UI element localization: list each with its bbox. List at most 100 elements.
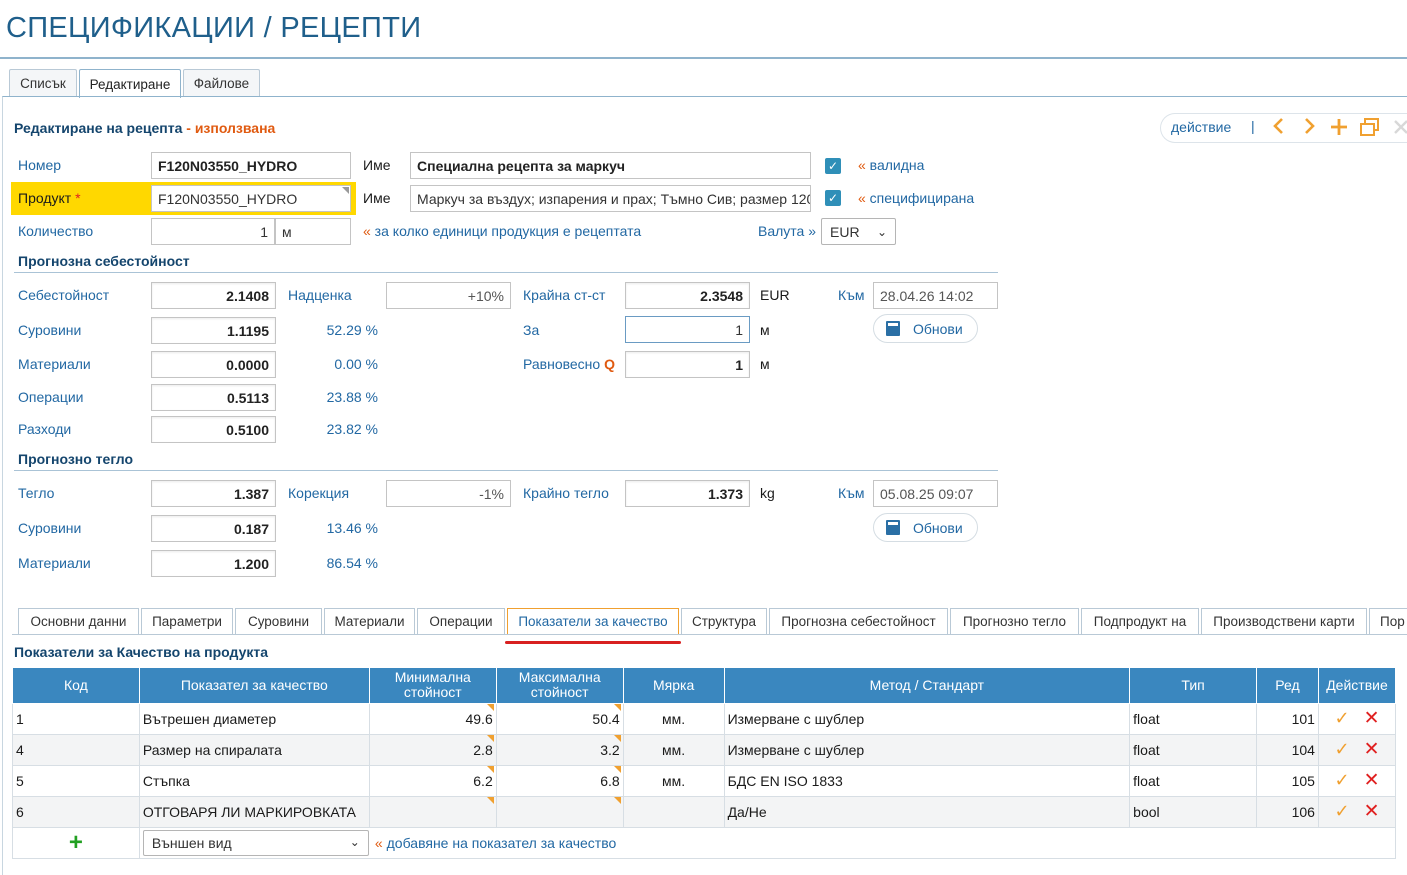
edit-corner-icon — [613, 734, 621, 742]
tab-list[interactable]: Списък — [9, 69, 77, 97]
cell-max[interactable]: 3.2 — [495, 733, 624, 766]
cell-min[interactable]: 2.8 — [368, 733, 497, 766]
qty-unit-field[interactable]: м — [275, 218, 351, 245]
cell-min[interactable]: 6.2 — [368, 764, 497, 797]
col-min[interactable]: Минимална стойност — [368, 668, 497, 704]
product-name-field[interactable]: Маркуч за въздух; изпарения и прах; Тъмн… — [410, 185, 811, 212]
tab-files[interactable]: Файлове — [183, 69, 260, 97]
prev-icon[interactable] — [1272, 115, 1286, 140]
cell-add-select: Външен вид ⌄ « добавяне на показател за к… — [139, 826, 1397, 859]
delete-icon[interactable]: ✕ — [1364, 800, 1380, 823]
update-weight-button[interactable]: Обнови — [873, 513, 978, 542]
cell-min[interactable] — [368, 795, 497, 828]
cost-raw-field[interactable]: 1.1195 — [151, 317, 276, 344]
confirm-icon[interactable]: ✓ — [1334, 739, 1349, 760]
update-weight-label: Обнови — [913, 519, 963, 536]
cost-section-divider — [14, 272, 998, 273]
tab-forecast-weight[interactable]: Прогнозно тегло — [950, 608, 1079, 634]
weight-raw-field[interactable]: 0.187 — [151, 515, 276, 542]
col-code[interactable]: Код — [12, 668, 140, 704]
col-max[interactable]: Максимална стойност — [495, 668, 624, 704]
confirm-icon[interactable]: ✓ — [1334, 770, 1349, 791]
add-indicator-link[interactable]: добавяне на показател за качество — [387, 835, 617, 851]
table-row[interactable]: 6 ОТГОВАРЯ ЛИ МАРКИРОВКАТА Да/Не bool 10… — [12, 795, 1397, 828]
cost-label: Себестойност — [18, 287, 110, 303]
tab-more[interactable]: Пор — [1369, 608, 1407, 634]
correction-field[interactable]: -1% — [386, 480, 511, 507]
action-menu[interactable]: действие — [1171, 119, 1231, 135]
cell-max[interactable]: 6.8 — [495, 764, 624, 797]
tab-subproduct[interactable]: Подпродукт на — [1081, 608, 1199, 634]
required-mark: * — [75, 190, 81, 206]
add-row-icon[interactable]: + — [69, 829, 83, 856]
break-even-field[interactable]: 1 — [625, 351, 750, 378]
cell-code: 1 — [12, 702, 140, 735]
tab-forecast-cost[interactable]: Прогнозна себестойност — [769, 608, 948, 634]
tab-basic-data[interactable]: Основни данни — [18, 608, 139, 634]
col-row[interactable]: Ред — [1256, 668, 1319, 704]
cell-method: БДС EN ISO 1833 — [723, 764, 1131, 797]
product-field[interactable]: F120N03550_HYDRO — [151, 185, 351, 212]
cost-date-field[interactable]: 28.04.26 14:02 — [873, 282, 998, 309]
close-icon[interactable] — [1392, 117, 1407, 140]
table-row[interactable]: 1 Вътрешен диаметер 49.6 50.4 мм. Измерв… — [12, 702, 1397, 735]
next-icon[interactable] — [1302, 115, 1316, 140]
tab-structure[interactable]: Структура — [681, 608, 767, 634]
add-icon[interactable] — [1329, 117, 1349, 140]
col-type[interactable]: Тип — [1129, 668, 1257, 704]
cost-ops-field[interactable]: 0.5113 — [151, 384, 276, 411]
specified-checkbox[interactable]: ✓ — [825, 190, 841, 206]
weight-mat-pct: 86.54 % — [326, 555, 378, 571]
weight-field[interactable]: 1.387 — [151, 480, 276, 507]
confirm-icon[interactable]: ✓ — [1334, 801, 1349, 822]
tab-operations[interactable]: Операции — [417, 608, 505, 634]
markup-field[interactable]: +10% — [386, 282, 511, 309]
cell-max[interactable]: 50.4 — [495, 702, 624, 735]
qty-field[interactable]: 1 — [151, 218, 275, 245]
cost-raw-label: Суровини — [18, 322, 82, 338]
cost-section-title: Прогнозна себестойност — [18, 253, 190, 269]
final-weight-field[interactable]: 1.373 — [625, 480, 750, 507]
name-field[interactable]: Специална рецепта за маркуч — [410, 152, 811, 179]
tab-quality[interactable]: Показатели за качество — [507, 608, 679, 634]
currency-select[interactable]: EUR ⌄ — [821, 218, 896, 245]
cost-field[interactable]: 2.1408 — [151, 282, 276, 309]
tab-parameters[interactable]: Параметри — [141, 608, 233, 634]
indicator-select[interactable]: Външен вид ⌄ — [142, 829, 369, 856]
weight-mat-field[interactable]: 1.200 — [151, 550, 276, 577]
table-row[interactable]: 4 Размер на спиралата 2.8 3.2 мм. Измерв… — [12, 733, 1397, 766]
weight-date-field[interactable]: 05.08.25 09:07 — [873, 480, 998, 507]
cell-code: 6 — [12, 795, 140, 828]
currency-label[interactable]: Валута » — [758, 223, 816, 239]
cell-min[interactable]: 49.6 — [368, 702, 497, 735]
tab-edit[interactable]: Редактиране — [79, 69, 181, 98]
edit-corner-icon — [486, 765, 494, 773]
tab-materials[interactable]: Материали — [324, 608, 415, 634]
valid-checkbox[interactable]: ✓ — [825, 158, 841, 174]
col-indicator[interactable]: Показател за качество — [138, 668, 370, 704]
col-method[interactable]: Метод / Стандарт — [723, 668, 1131, 704]
delete-icon[interactable]: ✕ — [1364, 769, 1380, 792]
final-cost-field[interactable]: 2.3548 — [625, 282, 750, 309]
for-field[interactable]: 1 — [625, 316, 750, 343]
confirm-icon[interactable]: ✓ — [1334, 708, 1349, 729]
cell-add: + — [12, 826, 140, 859]
hint-quote-icon: « — [363, 223, 371, 239]
update-cost-button[interactable]: Обнови — [873, 314, 978, 343]
cell-max[interactable] — [495, 795, 624, 828]
chevron-down-icon: ⌄ — [349, 834, 360, 849]
delete-icon[interactable]: ✕ — [1364, 738, 1380, 761]
indicator-select-value: Външен вид — [151, 834, 232, 851]
delete-icon[interactable]: ✕ — [1364, 707, 1380, 730]
cell-action: ✓ ✕ — [1317, 702, 1397, 735]
tab-production-cards[interactable]: Производствени карти — [1201, 608, 1367, 634]
name2-label: Име — [363, 190, 391, 206]
number-field[interactable]: F120N03550_HYDRO — [151, 152, 351, 179]
table-row[interactable]: 5 Стъпка 6.2 6.8 мм. БДС EN ISO 1833 flo… — [12, 764, 1397, 797]
col-unit[interactable]: Мярка — [622, 668, 725, 704]
tab-raw-materials[interactable]: Суровини — [235, 608, 322, 634]
cost-exp-field[interactable]: 0.5100 — [151, 416, 276, 443]
copy-icon[interactable] — [1359, 117, 1380, 140]
cost-mat-field[interactable]: 0.0000 — [151, 351, 276, 378]
edit-corner-icon — [486, 796, 494, 804]
